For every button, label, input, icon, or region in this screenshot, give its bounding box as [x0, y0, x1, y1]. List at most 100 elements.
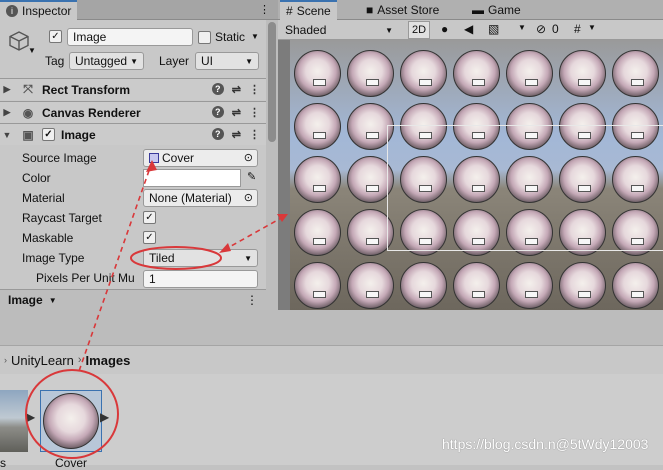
icon-dropdown-arrow[interactable]: ▼ [28, 46, 36, 55]
color-swatch[interactable] [143, 169, 241, 187]
tile-cover [347, 50, 394, 97]
component-image[interactable]: ▼ ▣ ✓ Image ? ⇌ ⋮ [0, 123, 266, 145]
tab-game-label: Game [488, 3, 521, 17]
layer-value: UI [201, 54, 213, 68]
breadcrumb-unitylearn[interactable]: UnityLearn [11, 353, 74, 368]
component-rect-transform[interactable]: ▶ ⤧ Rect Transform ? ⇌ ⋮ [0, 78, 266, 100]
settings-sliders-icon[interactable]: ⇌ [232, 83, 241, 96]
more-icon[interactable]: ⋮ [249, 128, 260, 141]
help-icon[interactable]: ? [211, 128, 224, 140]
material-label: Material [22, 191, 65, 205]
static-toggle[interactable] [198, 31, 211, 44]
preview-bar[interactable]: Image ▼ ⋮ [0, 289, 266, 310]
layer-dropdown[interactable]: UI ▼ [195, 52, 259, 70]
eye-slash-icon[interactable]: ⊘ [536, 22, 546, 36]
chevron-down-icon[interactable]: ▼ [588, 23, 596, 32]
inspector-tabbar: i Inspector ⋮ [0, 0, 278, 20]
scrollbar-thumb[interactable] [268, 22, 276, 142]
tile-cover [347, 156, 394, 203]
chevron-down-icon: ▼ [245, 56, 253, 66]
tile-cover [559, 103, 606, 150]
asset-thumbnail-photo[interactable] [0, 390, 28, 452]
asset-label: s [0, 456, 6, 470]
more-icon[interactable]: ⋮ [249, 83, 260, 96]
eyedropper-icon[interactable]: ✎ [247, 170, 256, 183]
source-image-value: Cover [162, 151, 195, 165]
tag-dropdown[interactable]: Untagged ▼ [69, 52, 144, 70]
tab-game[interactable]: ▬ Game [466, 0, 527, 20]
tab-asset-store[interactable]: ■ Asset Store [360, 0, 445, 20]
static-dropdown-icon[interactable]: ▼ [251, 32, 259, 41]
layer-label: Layer [159, 54, 190, 68]
asset-thumbnail-cover[interactable] [40, 390, 102, 452]
tile-cover [400, 103, 447, 150]
tile-cover [506, 262, 553, 309]
manhole-cover-image [43, 393, 99, 449]
help-icon[interactable]: ? [211, 83, 224, 95]
chevron-down-icon[interactable]: ▼ [518, 23, 526, 32]
source-image-field[interactable]: Cover ⊙ [143, 149, 258, 167]
help-icon[interactable]: ? [211, 106, 224, 118]
expand-arrow-icon[interactable]: ▶ [100, 410, 109, 424]
settings-sliders-icon[interactable]: ⇌ [232, 128, 241, 141]
eye-icon: ◉ [22, 105, 34, 120]
tile-cover [559, 262, 606, 309]
foldout-arrow-icon[interactable]: ▶ [0, 84, 14, 95]
hash-icon: # [286, 4, 293, 18]
inspector-scrollbar[interactable] [266, 20, 278, 310]
tile-cover [612, 50, 659, 97]
breadcrumb-images[interactable]: Images [86, 353, 131, 368]
component-name: Image [61, 127, 96, 142]
tile-cover [612, 209, 659, 256]
material-field[interactable]: None (Material) ⊙ [143, 189, 258, 207]
inspector-panel: i Inspector ⋮ ▼ ✓ Image Static ▼ Tag Unt… [0, 0, 278, 310]
expand-arrow-icon[interactable]: ▶ [26, 410, 35, 424]
tile-cover [453, 50, 500, 97]
scene-viewport[interactable] [290, 40, 663, 310]
rect-transform-icon: ⤧ [23, 82, 33, 96]
effects-icon[interactable]: ▧ [488, 22, 499, 36]
tile-cover [453, 156, 500, 203]
chevron-down-icon: ▼ [48, 295, 57, 305]
settings-sliders-icon[interactable]: ⇌ [232, 106, 241, 119]
raycast-target-checkbox[interactable]: ✓ [143, 211, 156, 224]
more-icon[interactable]: ⋮ [249, 106, 260, 119]
tile-cover [347, 209, 394, 256]
scene-left-gutter [278, 40, 290, 310]
bag-icon: ■ [366, 3, 374, 17]
tab-scene[interactable]: # Scene [280, 0, 337, 20]
object-picker-icon[interactable]: ⊙ [244, 191, 253, 204]
gameobject-active-toggle[interactable]: ✓ [49, 30, 62, 43]
tile-cover [400, 209, 447, 256]
lighting-icon[interactable]: ● [441, 22, 448, 36]
tile-cover [506, 50, 553, 97]
foldout-arrow-icon[interactable]: ▶ [0, 107, 14, 118]
foldout-arrow-icon[interactable]: ▼ [0, 130, 14, 140]
static-label: Static [215, 30, 246, 44]
tile-cover [559, 156, 606, 203]
maskable-checkbox[interactable]: ✓ [143, 231, 156, 244]
pixels-per-unit-field[interactable]: 1 [143, 270, 258, 288]
image-type-dropdown[interactable]: Tiled ▼ [143, 249, 258, 267]
tab-menu-icon[interactable]: ⋮ [259, 3, 272, 16]
component-enabled-toggle[interactable]: ✓ [42, 128, 55, 141]
watermark: https://blog.csdn.n@5tWdy12003 [442, 436, 649, 452]
image-type-label: Image Type [22, 251, 85, 265]
gameobject-cube-icon [9, 31, 29, 51]
shading-mode-dropdown[interactable]: Shaded ▼ [280, 21, 398, 39]
gameobject-name-field[interactable]: Image [67, 28, 193, 46]
tile-cover [453, 103, 500, 150]
image-component-icon: ▣ [22, 127, 34, 142]
audio-icon[interactable]: ◀ [464, 22, 473, 36]
tab-inspector[interactable]: i Inspector [0, 0, 78, 20]
tile-cover [400, 262, 447, 309]
material-value: None (Material) [149, 191, 232, 205]
tile-cover [347, 262, 394, 309]
tile-cover [294, 209, 341, 256]
grid-icon[interactable]: # [574, 22, 581, 36]
toggle-2d-button[interactable]: 2D [408, 21, 430, 39]
object-picker-icon[interactable]: ⊙ [244, 151, 253, 164]
more-icon[interactable]: ⋮ [246, 293, 258, 307]
component-canvas-renderer[interactable]: ▶ ◉ Canvas Renderer ? ⇌ ⋮ [0, 101, 266, 123]
asset-label: Cover [55, 456, 88, 470]
